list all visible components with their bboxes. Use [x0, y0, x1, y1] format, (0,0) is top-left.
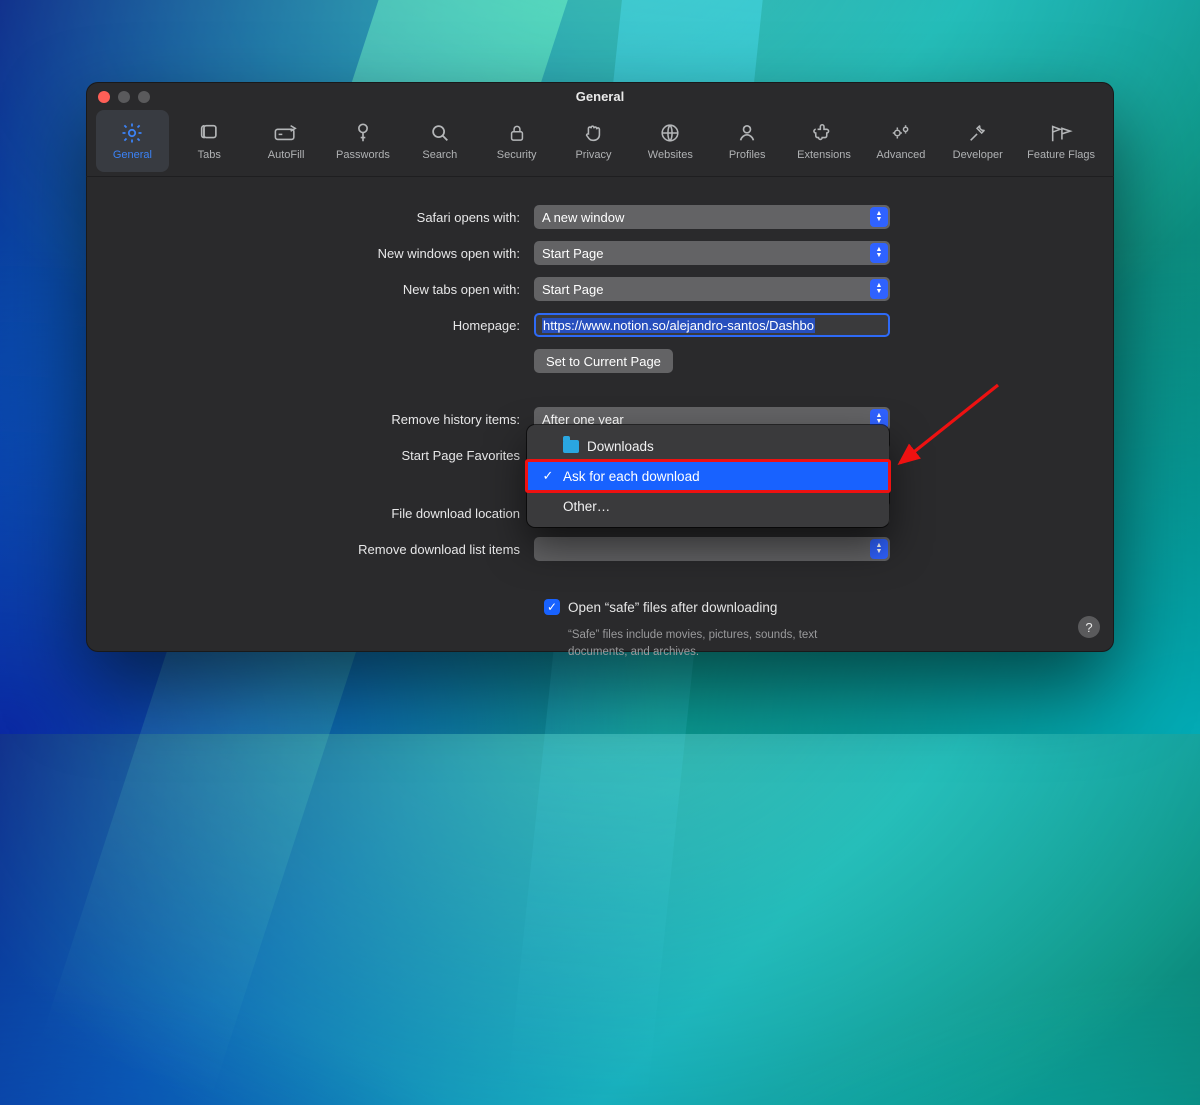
person-icon — [735, 121, 759, 145]
close-window-button[interactable] — [98, 91, 110, 103]
window-title: General — [576, 89, 624, 104]
checkbox-label: Open “safe” files after downloading — [568, 600, 777, 615]
tab-general[interactable]: General — [96, 110, 169, 172]
tab-privacy[interactable]: Privacy — [557, 110, 630, 172]
tabs-icon — [197, 121, 221, 145]
chevron-up-down-icon — [870, 279, 888, 299]
select-new-windows[interactable]: Start Page — [534, 241, 890, 265]
menu-item-ask-each[interactable]: ✓ Ask for each download — [527, 461, 889, 491]
window-controls — [98, 91, 150, 103]
tab-label: Developer — [953, 149, 1003, 161]
menu-item-other[interactable]: Other… — [527, 491, 889, 521]
tab-label: Security — [497, 149, 537, 161]
puzzle-icon — [812, 121, 836, 145]
select-new-tabs[interactable]: Start Page — [534, 277, 890, 301]
zoom-window-button[interactable] — [138, 91, 150, 103]
tab-autofill[interactable]: AutoFill — [250, 110, 323, 172]
safe-files-hint: “Safe” files include movies, pictures, s… — [534, 627, 864, 660]
tab-label: General — [113, 149, 152, 161]
globe-icon — [658, 121, 682, 145]
tab-label: Websites — [648, 149, 693, 161]
tab-label: Privacy — [575, 149, 611, 161]
tab-label: AutoFill — [268, 149, 305, 161]
tab-label: Profiles — [729, 149, 766, 161]
tab-extensions[interactable]: Extensions — [788, 110, 861, 172]
preferences-toolbar: General Tabs AutoFill Passwords Search — [86, 110, 1114, 176]
homepage-field[interactable]: https://www.notion.so/alejandro-santos/D… — [534, 313, 890, 337]
select-opens-with[interactable]: A new window — [534, 205, 890, 229]
tab-security[interactable]: Security — [480, 110, 553, 172]
tab-advanced[interactable]: Advanced — [864, 110, 937, 172]
tab-label: Tabs — [198, 149, 221, 161]
menu-item-label: Ask for each download — [563, 469, 700, 484]
autofill-icon — [274, 121, 298, 145]
tab-search[interactable]: Search — [403, 110, 476, 172]
key-icon — [351, 121, 375, 145]
menu-item-label: Downloads — [587, 439, 654, 454]
tab-websites[interactable]: Websites — [634, 110, 707, 172]
label-remove-history: Remove history items: — [104, 412, 534, 427]
select-value: Start Page — [542, 246, 603, 261]
search-icon — [428, 121, 452, 145]
gear-icon — [120, 121, 144, 145]
select-remove-downloads[interactable] — [534, 537, 890, 561]
label-new-windows: New windows open with: — [104, 246, 534, 261]
tab-label: Advanced — [876, 149, 925, 161]
label-file-download-location: File download location — [104, 506, 534, 521]
lock-icon — [505, 121, 529, 145]
chevron-up-down-icon — [870, 243, 888, 263]
tab-feature-flags[interactable]: Feature Flags — [1018, 110, 1104, 172]
select-value: Start Page — [542, 282, 603, 297]
gears-icon — [889, 121, 913, 145]
help-button[interactable]: ? — [1078, 616, 1100, 638]
tab-label: Search — [422, 149, 457, 161]
tab-developer[interactable]: Developer — [941, 110, 1014, 172]
preferences-window: General General Tabs AutoFill Passwords — [86, 82, 1114, 652]
chevron-up-down-icon — [870, 539, 888, 559]
button-label: Set to Current Page — [546, 354, 661, 369]
label-opens-with: Safari opens with: — [104, 210, 534, 225]
label-start-page-favorites: Start Page Favorites — [104, 448, 534, 463]
help-glyph: ? — [1085, 620, 1092, 635]
flags-icon — [1049, 121, 1073, 145]
tab-tabs[interactable]: Tabs — [173, 110, 246, 172]
titlebar: General — [86, 82, 1114, 110]
check-icon: ✓ — [541, 468, 555, 484]
tab-label: Extensions — [797, 149, 851, 161]
open-safe-files-checkbox[interactable]: ✓ — [544, 599, 560, 615]
minimize-window-button[interactable] — [118, 91, 130, 103]
open-safe-files-checkbox-row: ✓ Open “safe” files after downloading — [534, 599, 890, 615]
tools-icon — [966, 121, 990, 145]
tab-passwords[interactable]: Passwords — [327, 110, 400, 172]
label-remove-downloads: Remove download list items — [104, 542, 534, 557]
tab-profiles[interactable]: Profiles — [711, 110, 784, 172]
tab-label: Passwords — [336, 149, 390, 161]
general-pane: Safari opens with: A new window New wind… — [86, 177, 1114, 678]
set-current-page-button[interactable]: Set to Current Page — [534, 349, 673, 373]
homepage-value: https://www.notion.so/alejandro-santos/D… — [542, 318, 815, 333]
tab-label: Feature Flags — [1027, 149, 1095, 161]
chevron-up-down-icon — [870, 207, 888, 227]
menu-item-downloads[interactable]: Downloads — [527, 431, 889, 461]
download-location-menu: Downloads ✓ Ask for each download Other… — [527, 425, 889, 527]
select-value: A new window — [542, 210, 624, 225]
menu-item-label: Other… — [563, 499, 610, 514]
folder-icon — [563, 440, 579, 453]
label-new-tabs: New tabs open with: — [104, 282, 534, 297]
hand-icon — [581, 121, 605, 145]
label-homepage: Homepage: — [104, 318, 534, 333]
